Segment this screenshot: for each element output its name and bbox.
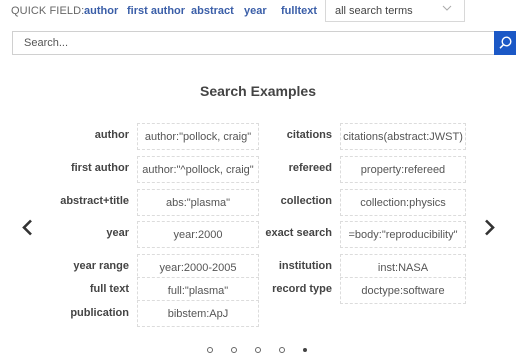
search-icon — [499, 36, 512, 49]
search-button[interactable] — [494, 31, 516, 55]
example-label-exact-search: exact search — [265, 227, 332, 239]
search-terms-select[interactable]: all search terms — [325, 0, 465, 22]
carousel-dot[interactable] — [207, 347, 213, 353]
quick-field-bar: QUICK FIELD: author first author abstrac… — [0, 0, 516, 24]
quick-field-abstract[interactable]: abstract — [191, 5, 234, 17]
example-citations[interactable]: citations(abstract:JWST) — [340, 123, 466, 150]
example-label-abstract-title: abstract+title — [60, 195, 129, 207]
chevron-down-icon — [442, 5, 452, 11]
carousel-dot[interactable] — [255, 347, 261, 353]
search-input[interactable] — [13, 32, 491, 54]
search-examples-title: Search Examples — [200, 83, 316, 99]
carousel-dot[interactable] — [303, 348, 307, 352]
example-label-citations: citations — [286, 129, 332, 141]
quick-field-label: QUICK FIELD: — [11, 5, 85, 17]
chevron-left-icon[interactable] — [21, 219, 33, 236]
quick-field-author[interactable]: author — [84, 5, 118, 17]
example-label-first-author: first author — [70, 162, 129, 174]
quick-field-fulltext[interactable]: fulltext — [281, 5, 317, 17]
example-label-full-text: full text — [89, 283, 129, 295]
example-first-author[interactable]: author:"^pollock, craig" — [137, 156, 259, 183]
select-value: all search terms — [335, 5, 413, 17]
example-label-collection: collection — [280, 195, 332, 207]
example-abstract-title[interactable]: abs:"plasma" — [137, 189, 259, 216]
example-label-year-range: year range — [73, 260, 129, 272]
example-label-publication: publication — [70, 307, 129, 319]
example-collection[interactable]: collection:physics — [340, 189, 466, 216]
carousel-dot[interactable] — [231, 347, 237, 353]
chevron-right-icon[interactable] — [484, 219, 496, 236]
example-exact-search[interactable]: =body:"reproducibility" — [340, 221, 466, 248]
example-label-refereed: refereed — [288, 162, 332, 174]
example-label-author: author — [94, 129, 129, 141]
example-label-record-type: record type — [272, 283, 332, 295]
search-bar — [12, 31, 516, 55]
example-year[interactable]: year:2000 — [137, 221, 259, 248]
quick-field-year[interactable]: year — [244, 5, 267, 17]
example-record-type[interactable]: doctype:software — [340, 277, 466, 304]
example-publication[interactable]: bibstem:ApJ — [137, 300, 259, 327]
carousel-dot[interactable] — [279, 347, 285, 353]
example-author[interactable]: author:"pollock, craig" — [137, 123, 259, 150]
example-label-institution: institution — [278, 260, 332, 272]
quick-field-first-author[interactable]: first author — [127, 5, 185, 17]
example-refereed[interactable]: property:refereed — [340, 156, 466, 183]
example-label-year: year — [106, 227, 129, 239]
